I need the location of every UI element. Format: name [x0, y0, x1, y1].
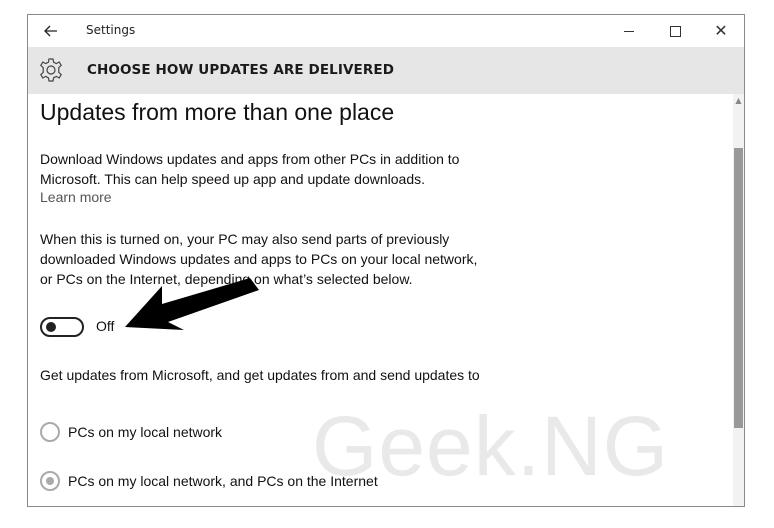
toggle-state-label: Off [96, 318, 115, 334]
maximize-button[interactable] [652, 15, 698, 47]
gear-icon [40, 58, 62, 82]
scroll-thumb[interactable] [734, 148, 743, 428]
vertical-scrollbar[interactable]: ▲ [733, 94, 744, 506]
radio-local-network[interactable] [40, 422, 60, 442]
close-icon: ✕ [714, 21, 728, 40]
window-title: Settings [86, 23, 136, 37]
radio-local-and-internet[interactable] [40, 471, 60, 491]
watermark: Geek.NG [312, 399, 670, 493]
page-title: Updates from more than one place [40, 99, 395, 125]
toggle-knob [46, 322, 56, 332]
minimize-icon [624, 30, 634, 32]
section-title: CHOOSE HOW UPDATES ARE DELIVERED [87, 62, 394, 78]
arrow-left-icon [44, 25, 57, 37]
radio-label-local-network[interactable]: PCs on my local network [68, 424, 222, 440]
close-button[interactable]: ✕ [698, 15, 744, 47]
radio-selected-dot [46, 477, 54, 485]
scroll-up-icon[interactable]: ▲ [733, 96, 744, 106]
minimize-button[interactable] [606, 15, 652, 47]
description-text: When this is turned on, your PC may also… [40, 231, 478, 287]
delivery-toggle[interactable] [40, 317, 84, 337]
back-button[interactable] [40, 21, 62, 41]
page-header: CHOOSE HOW UPDATES ARE DELIVERED [28, 47, 744, 94]
maximize-icon [669, 25, 681, 37]
title-bar: Settings ✕ [28, 15, 744, 47]
learn-more-link[interactable]: Learn more [40, 189, 112, 205]
options-label: Get updates from Microsoft, and get upda… [40, 367, 480, 383]
intro-text: Download Windows updates and apps from o… [40, 151, 460, 187]
